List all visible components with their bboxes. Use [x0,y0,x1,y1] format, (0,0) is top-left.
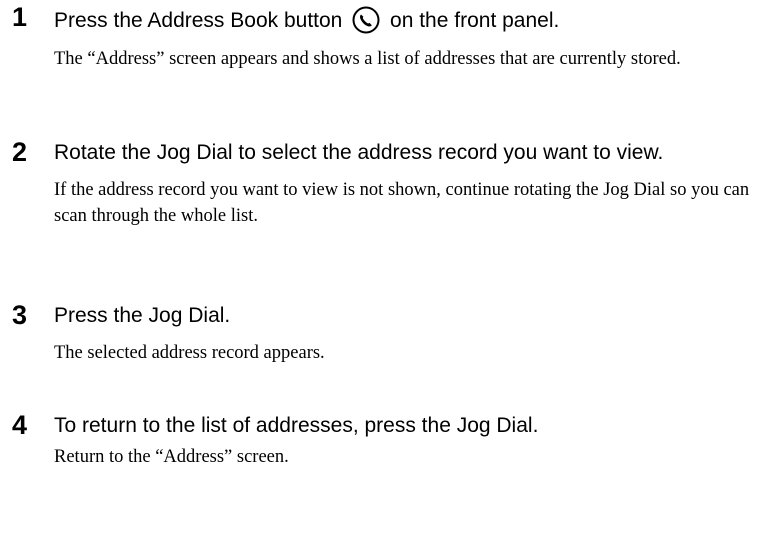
instruction-text: on the front panel. [390,9,560,32]
step-description: If the address record you want to view i… [54,180,750,226]
step-instruction: Press the Address Book button on the fro… [54,2,757,34]
step-description: The “Address” screen appears and shows a… [54,49,681,69]
step-number: 3 [12,300,28,330]
step-description: Return to the “Address” screen. [54,447,289,467]
step-2: 2 Rotate the Jog Dial to select the addr… [12,137,757,229]
instruction-text: Press the Address Book button [54,9,343,32]
step-instruction: Rotate the Jog Dial to select the addres… [54,141,664,164]
step-3: 3 Press the Jog Dial. The selected addre… [12,300,757,366]
step-number: 2 [12,137,28,167]
step-instruction: To return to the list of addresses, pres… [54,414,539,437]
step-1: 1 Press the Address Book button on the f… [12,2,757,72]
step-4: 4 To return to the list of addresses, pr… [12,410,757,470]
manual-page: { "steps": [ { "number": "1", "instructi… [0,0,763,543]
step-number: 1 [12,2,28,32]
step-number: 4 [12,410,28,440]
step-instruction: Press the Jog Dial. [54,304,231,327]
step-description: The selected address record appears. [54,343,325,363]
phone-handset-icon [352,6,380,34]
